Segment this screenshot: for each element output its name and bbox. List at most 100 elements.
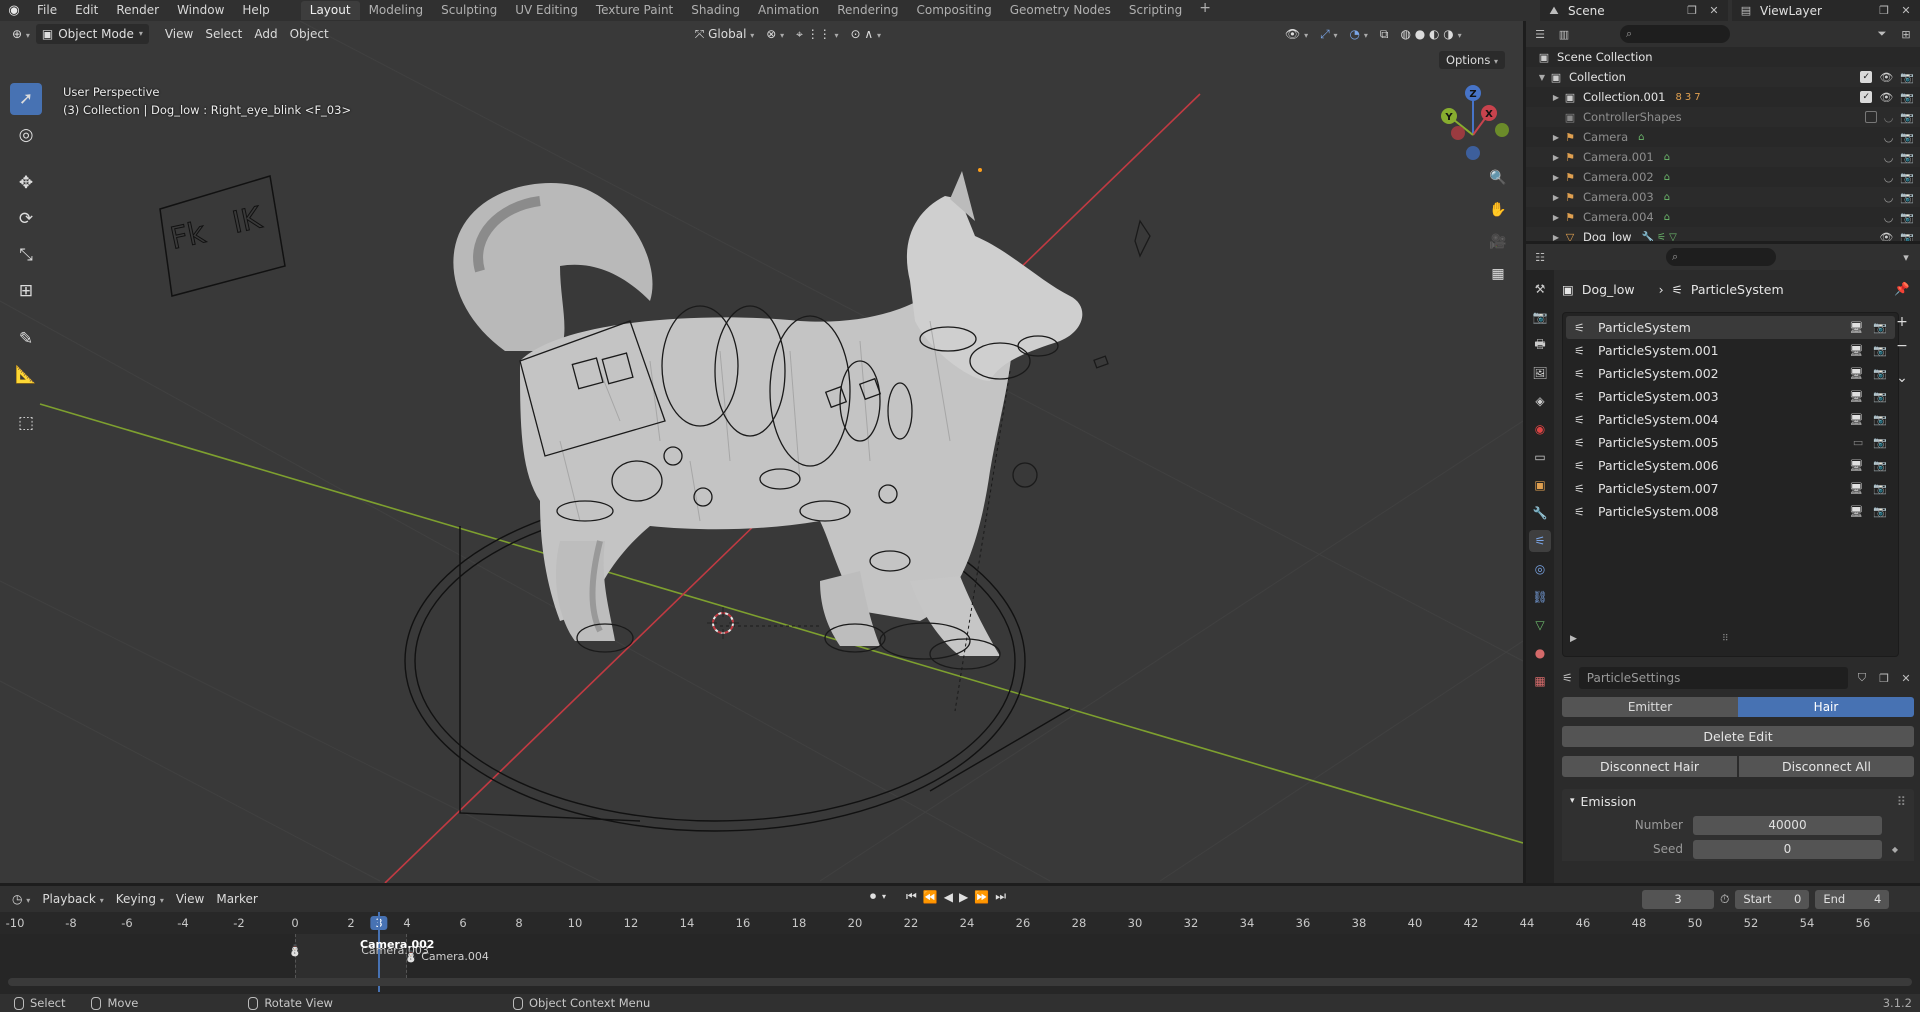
outliner-editor-icon[interactable]: ☰ xyxy=(1532,26,1548,42)
add-workspace-button[interactable]: + xyxy=(1191,0,1219,21)
list-specials-chevron-icon[interactable]: ⌄ xyxy=(1892,368,1912,388)
disconnect-all-button[interactable]: Disconnect All xyxy=(1739,756,1914,777)
pin-icon[interactable]: 📌 xyxy=(1894,281,1910,297)
properties-editor-icon[interactable]: ☷ xyxy=(1532,249,1548,265)
menu-view[interactable]: View xyxy=(159,24,199,44)
exclude-checkbox[interactable]: ✓ xyxy=(1860,91,1873,103)
disconnect-hair-button[interactable]: Disconnect Hair xyxy=(1562,756,1737,777)
object-tab-icon[interactable]: ▣ xyxy=(1529,474,1551,496)
prev-keyframe-icon[interactable]: ⏪ xyxy=(923,890,938,904)
render-camera-icon[interactable]: 📷 xyxy=(1873,505,1887,518)
jump-start-icon[interactable]: ⏮ xyxy=(906,889,917,904)
camera-view-icon[interactable]: 🎥 xyxy=(1485,229,1511,255)
list-item[interactable]: ⚟ ParticleSystem 🖥 📷 xyxy=(1566,316,1895,339)
physics-tab-icon[interactable]: ◎ xyxy=(1529,558,1551,580)
chevron-down-icon[interactable]: ▾ xyxy=(1898,249,1914,265)
rotate-tool-icon[interactable]: ⟳ xyxy=(10,203,42,235)
menu-file[interactable]: File xyxy=(28,0,66,21)
particles-tab-icon[interactable]: ⚟ xyxy=(1529,530,1551,552)
pan-hand-icon[interactable]: ✋ xyxy=(1485,197,1511,223)
close-icon[interactable]: ✕ xyxy=(1706,3,1722,19)
render-camera-icon[interactable]: 📷 xyxy=(1873,482,1887,495)
expand-right-icon[interactable]: ▶ xyxy=(1550,173,1562,182)
list-expand-icon[interactable]: ▶ xyxy=(1570,634,1577,644)
menu-object[interactable]: Object xyxy=(284,24,335,44)
gizmo-toggle-icon[interactable]: ⤢ ▾ xyxy=(1314,24,1343,44)
delete-edit-button[interactable]: Delete Edit xyxy=(1562,726,1914,747)
render-camera-icon[interactable]: 📷 xyxy=(1873,321,1887,334)
marker-camera-icon[interactable]: ⛄ xyxy=(288,944,302,957)
copy-icon[interactable]: ❐ xyxy=(1684,3,1700,19)
render-camera-icon[interactable]: 📷 xyxy=(1900,131,1914,144)
list-item[interactable]: ⚟ ParticleSystem.003 🖥 📷 xyxy=(1566,385,1895,408)
jump-end-icon[interactable]: ⏭ xyxy=(995,889,1006,904)
timeline-scrollbar[interactable] xyxy=(8,978,1912,986)
list-item[interactable]: ⚟ ParticleSystem.006 🖥 📷 xyxy=(1566,454,1895,477)
menu-window[interactable]: Window xyxy=(168,0,233,21)
modifier-tab-icon[interactable]: 🔧 xyxy=(1529,502,1551,524)
view-layer-name[interactable]: ViewLayer xyxy=(1760,4,1870,18)
menu-select[interactable]: Select xyxy=(199,24,248,44)
visibility-icon[interactable]: 👁 ▾ xyxy=(1279,24,1314,44)
expand-right-icon[interactable]: ▶ xyxy=(1550,213,1562,222)
viewport-display-icon[interactable]: 🖥 xyxy=(1849,390,1863,403)
list-item[interactable]: ⚟ ParticleSystem.005 ▭ 📷 xyxy=(1566,431,1895,454)
scale-tool-icon[interactable]: ⤡ xyxy=(10,239,42,271)
add-cube-tool-icon[interactable]: ⬚ xyxy=(10,407,42,439)
tab-modeling[interactable]: Modeling xyxy=(360,1,433,20)
eye-icon[interactable]: 👁 xyxy=(1879,91,1893,104)
outliner-row-controllershapes[interactable]: ▣ ControllerShapes ◡ 📷 xyxy=(1526,107,1920,127)
ortho-grid-icon[interactable]: ▦ xyxy=(1485,261,1511,287)
render-camera-icon[interactable]: 📷 xyxy=(1900,151,1914,164)
tab-sculpting[interactable]: Sculpting xyxy=(432,1,506,20)
mode-dropdown[interactable]: ▣ Object Mode ▾ xyxy=(35,24,149,44)
list-item[interactable]: ⚟ ParticleSystem.004 🖥 📷 xyxy=(1566,408,1895,431)
view-layer-selector[interactable]: ▤ ViewLayer ❐ ✕ xyxy=(1732,0,1920,21)
menu-render[interactable]: Render xyxy=(107,0,168,21)
properties-search-input[interactable]: ⌕ xyxy=(1666,248,1776,266)
collection-tab-icon[interactable]: ▭ xyxy=(1529,446,1551,468)
options-button[interactable]: Options ▾ xyxy=(1438,51,1505,69)
eye-closed-icon[interactable]: ◡ xyxy=(1884,131,1894,144)
viewport-display-off-icon[interactable]: ▭ xyxy=(1853,436,1863,449)
texture-tab-icon[interactable]: ▦ xyxy=(1529,670,1551,692)
render-camera-icon[interactable]: 📷 xyxy=(1900,91,1914,104)
outliner-row-camera[interactable]: ▶ ⚑ Camera ⌂ ◡ 📷 xyxy=(1526,127,1920,147)
scene-tab-icon[interactable]: ◈ xyxy=(1529,390,1551,412)
list-item[interactable]: ⚟ ParticleSystem.007 🖥 📷 xyxy=(1566,477,1895,500)
eye-closed-icon[interactable]: ◡ xyxy=(1884,151,1894,164)
next-keyframe-icon[interactable]: ⏩ xyxy=(974,890,989,904)
tab-texture-paint[interactable]: Texture Paint xyxy=(587,1,682,20)
tab-rendering[interactable]: Rendering xyxy=(828,1,907,20)
add-particle-system-button[interactable]: + xyxy=(1892,312,1912,332)
particle-settings-field[interactable]: ParticleSettings xyxy=(1578,667,1848,689)
expand-right-icon[interactable]: ▶ xyxy=(1550,233,1562,242)
render-camera-icon[interactable]: 📷 xyxy=(1900,111,1914,124)
viewport-display-icon[interactable]: 🖥 xyxy=(1849,482,1863,495)
timeline-ruler[interactable]: -10 -8 -6 -4 -2 0 2 34 6 8 10 12 14 16 18 20 22 24 26 28 30 3… xyxy=(0,912,1920,934)
render-camera-icon[interactable]: 📷 xyxy=(1900,211,1914,224)
type-hair-option[interactable]: Hair xyxy=(1738,697,1914,717)
3d-viewport[interactable]: Fk IK Z X Y ⊕ ▾ ▣ Object Mode ▾ View Sel… xyxy=(0,21,1523,883)
play-reverse-icon[interactable]: ◀ xyxy=(944,890,953,904)
zoom-icon[interactable]: 🔍 xyxy=(1485,165,1511,191)
annotate-tool-icon[interactable]: ✎ xyxy=(10,323,42,355)
tab-geometry-nodes[interactable]: Geometry Nodes xyxy=(1001,1,1120,20)
new-collection-icon[interactable]: ⊞ xyxy=(1898,26,1914,42)
render-camera-icon[interactable]: 📷 xyxy=(1900,71,1914,84)
stopwatch-icon[interactable]: ⏱ xyxy=(1720,892,1729,907)
eye-closed-icon[interactable]: ◡ xyxy=(1884,191,1894,204)
outliner-row-camera-002[interactable]: ▶ ⚑ Camera.002 ⌂ ◡ 📷 xyxy=(1526,167,1920,187)
eye-closed-icon[interactable]: ◡ xyxy=(1884,211,1894,224)
navigation-gizmo[interactable]: Z X Y xyxy=(1441,85,1509,160)
outliner-row-collection[interactable]: ▼ ▣ Collection ✓ 👁 📷 xyxy=(1526,67,1920,87)
outliner-row-camera-004[interactable]: ▶ ⚑ Camera.004 ⌂ ◡ 📷 xyxy=(1526,207,1920,227)
scene-name[interactable]: Scene xyxy=(1568,4,1678,18)
render-camera-icon[interactable]: 📷 xyxy=(1873,459,1887,472)
eye-icon[interactable]: 👁 xyxy=(1879,231,1893,242)
particle-system-list[interactable]: ⚟ ParticleSystem 🖥 📷 ⚟ ParticleSystem.001 🖥 📷 … xyxy=(1562,312,1899,657)
drag-handle-icon[interactable]: ⠿ xyxy=(1897,794,1906,809)
render-camera-icon[interactable]: 📷 xyxy=(1873,367,1887,380)
render-camera-icon[interactable]: 📷 xyxy=(1873,436,1887,449)
copy-icon[interactable]: ❐ xyxy=(1876,3,1892,19)
